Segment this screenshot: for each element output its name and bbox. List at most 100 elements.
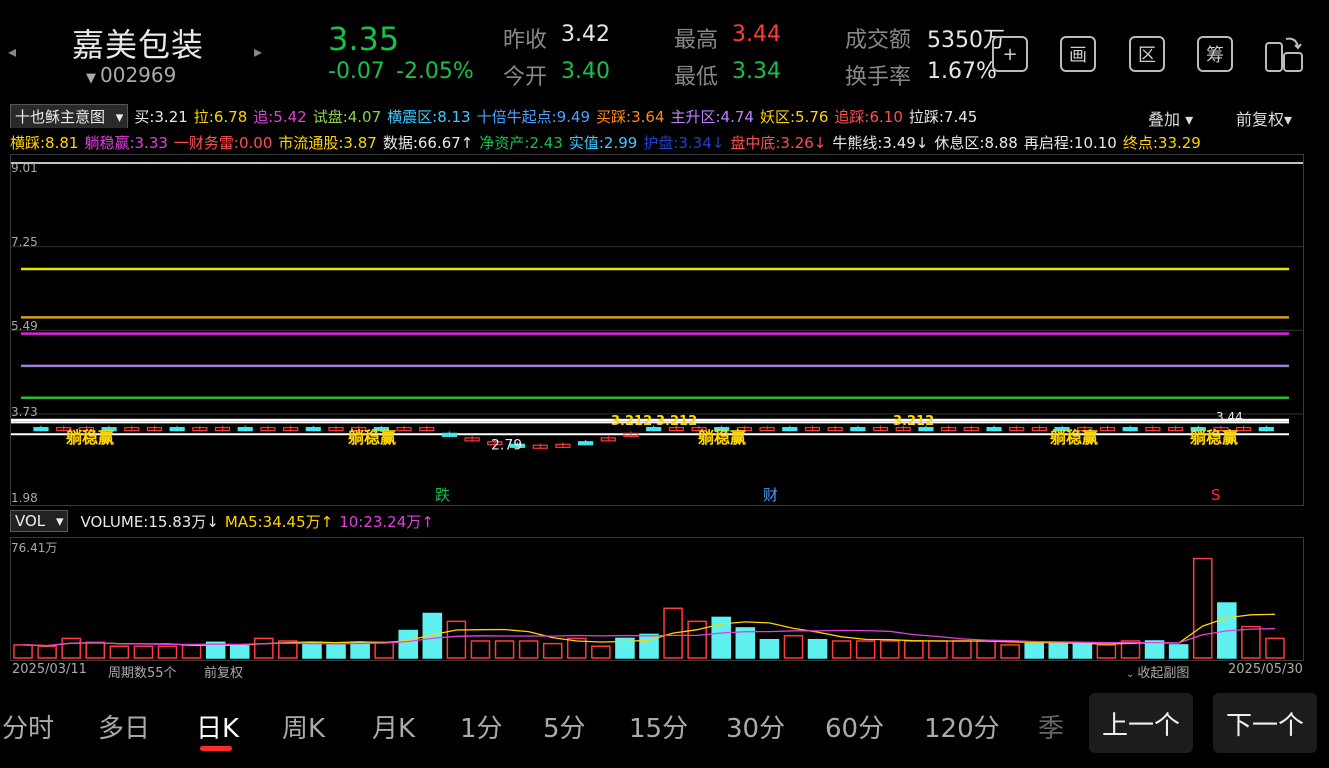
buy-mark: 3.212: [656, 414, 697, 429]
volume-bar: [1265, 637, 1285, 659]
volume-bar: [976, 640, 996, 659]
high-value: 3.44: [732, 22, 781, 47]
volume-bar: [398, 629, 419, 659]
volume-bar: [518, 640, 539, 659]
rotate-screen-button[interactable]: [1262, 33, 1306, 75]
y-tick-label: 9.01: [11, 161, 38, 175]
amount-label: 成交额: [845, 28, 912, 53]
volume-bar: [687, 620, 707, 659]
tab-30min[interactable]: 30分: [726, 708, 785, 745]
range-icon: 区: [1138, 45, 1156, 66]
volume-bar: [157, 645, 178, 659]
indicator-value: 净资产:2.43: [479, 133, 563, 152]
tab-1min[interactable]: 1分: [460, 708, 503, 745]
kline-panel[interactable]: 躺稳赢 躺稳赢 躺稳赢 躺稳赢 躺稳赢 3.212 3.212 3.212 2.79 3.44 跌财…: [10, 154, 1304, 506]
tab-120min[interactable]: 120分: [924, 708, 1000, 745]
volume-bar: [37, 645, 57, 659]
draw-button[interactable]: 画: [1060, 36, 1096, 72]
y-tick-label: 3.73: [11, 405, 38, 419]
buy-mark: 3.212: [893, 414, 934, 429]
volume-bar: [254, 637, 274, 659]
candle-body: [782, 427, 798, 432]
tab-15min[interactable]: 15分: [629, 708, 688, 745]
volume-value: VOLUME:15.83万↓: [80, 512, 219, 531]
indicator-row-1: 十也稣主意图 ▾ 买:3.21 拉:6.78 追:5.42 试盘:4.07 横震区:8.…: [10, 104, 983, 128]
volume-bar: [470, 640, 491, 659]
open-label: 今开: [503, 65, 548, 90]
prev-close-label: 昨收: [503, 28, 548, 53]
kline-chart[interactable]: 躺稳赢 躺稳赢 躺稳赢 躺稳赢 躺稳赢3.212 3.212 3.2122.793.44跌财…: [11, 155, 1303, 505]
volume-bar: [831, 640, 852, 659]
high-price-label: 3.44: [1216, 410, 1243, 424]
plus-icon: +: [1002, 43, 1018, 65]
signal-label: 躺稳赢: [66, 428, 114, 447]
indicator-value: 再启程:10.10: [1023, 133, 1117, 152]
indicator-value: 牛熊线:3.49↓: [832, 133, 929, 152]
low-label: 最低: [674, 65, 719, 90]
volume-bar: [855, 640, 876, 659]
indicator-value: 主升区:4.74: [670, 107, 754, 126]
add-watchlist-button[interactable]: +: [992, 36, 1028, 72]
volume-bar: [1072, 642, 1093, 659]
indicator-value: 十倍牛起点:9.49: [476, 107, 591, 126]
indicator-value: 妖区:5.76: [759, 107, 829, 126]
current-price: 3.35: [328, 20, 400, 58]
dropdown-icon: ▼: [86, 71, 96, 86]
tab-weekly[interactable]: 周K: [282, 708, 325, 745]
chips-button[interactable]: 筹: [1197, 36, 1233, 72]
volume-bar: [879, 640, 900, 659]
candle-body: [1258, 427, 1274, 432]
signal-label: 躺稳赢: [698, 428, 746, 447]
prev-close-value: 3.42: [561, 22, 610, 47]
tab-quarterly[interactable]: 季: [1038, 708, 1064, 745]
indicator-value: 躺稳赢:3.33: [84, 133, 168, 152]
volume-chart[interactable]: [11, 538, 1303, 660]
next-stock-arrow-icon[interactable]: ▸: [254, 42, 262, 61]
indicator-value: 横震区:8.13: [387, 107, 471, 126]
indicator-value: 护盘:3.34↓: [643, 133, 725, 152]
tab-monthly[interactable]: 月K: [372, 708, 415, 745]
indicator-value: 盘中底:3.26↓: [730, 133, 827, 152]
prev-stock-button[interactable]: 上一个: [1089, 693, 1193, 753]
volume-bar: [807, 638, 828, 659]
candle-body: [237, 427, 253, 432]
collapse-subchart-button[interactable]: ⌄ 收起副图: [1126, 662, 1189, 681]
candle-body: [33, 427, 49, 432]
range-button[interactable]: 区: [1129, 36, 1165, 72]
indicator-value: 试盘:4.07: [312, 107, 382, 126]
adjust-label: 前复权: [204, 666, 244, 681]
indicator-selector[interactable]: 十也稣主意图 ▾: [10, 104, 129, 128]
buy-mark: 3.212: [611, 414, 652, 429]
volume-bar: [1000, 644, 1020, 659]
tab-60min[interactable]: 60分: [825, 708, 884, 745]
volume-selector[interactable]: VOL ▾: [10, 510, 69, 532]
low-price-label: 2.79: [491, 437, 522, 453]
signal-label: 躺稳赢: [1050, 428, 1098, 447]
prev-stock-arrow-icon[interactable]: ◂: [8, 42, 16, 61]
turnover-label: 换手率: [845, 65, 912, 90]
candle-body: [1122, 427, 1138, 432]
overlay-dropdown[interactable]: 叠加 ▾: [1148, 106, 1193, 130]
indicator-values-1: 买:3.21 拉:6.78 追:5.42 试盘:4.07 横震区:8.13 十倍牛起点:9…: [134, 106, 983, 127]
volume-panel[interactable]: 76.41万: [10, 537, 1304, 661]
low-value: 3.34: [732, 59, 781, 84]
tab-daily[interactable]: 日K: [196, 708, 239, 745]
volume-bar: [350, 641, 370, 659]
signal-label: 躺稳赢: [1190, 428, 1238, 447]
indicator-values-2: 横踩:8.81 躺稳赢:3.33 一财务雷:0.00 市流通股:3.87 数据:66.6…: [10, 132, 1207, 153]
volume-bar: [85, 641, 106, 659]
tab-5min[interactable]: 5分: [543, 708, 586, 745]
next-stock-button[interactable]: 下一个: [1213, 693, 1317, 753]
volume-bar: [229, 645, 250, 659]
tab-intraday[interactable]: 分时: [2, 708, 54, 745]
indicator-value: 买:3.21: [134, 107, 188, 126]
tab-multi-day[interactable]: 多日: [98, 708, 150, 745]
end-date: 2025/05/30: [1228, 662, 1303, 677]
adjust-dropdown[interactable]: 前复权▾: [1236, 106, 1292, 130]
y-tick-label: 1.98: [11, 491, 38, 505]
volume-bar: [904, 640, 924, 659]
price-change-pct: -2.05%: [396, 59, 474, 84]
indicator-row-2: 横踩:8.81 躺稳赢:3.33 一财务雷:0.00 市流通股:3.87 数据:66.6…: [10, 130, 1319, 154]
stock-code[interactable]: ▼ 002969: [86, 63, 176, 87]
volume-bar: [61, 637, 81, 659]
